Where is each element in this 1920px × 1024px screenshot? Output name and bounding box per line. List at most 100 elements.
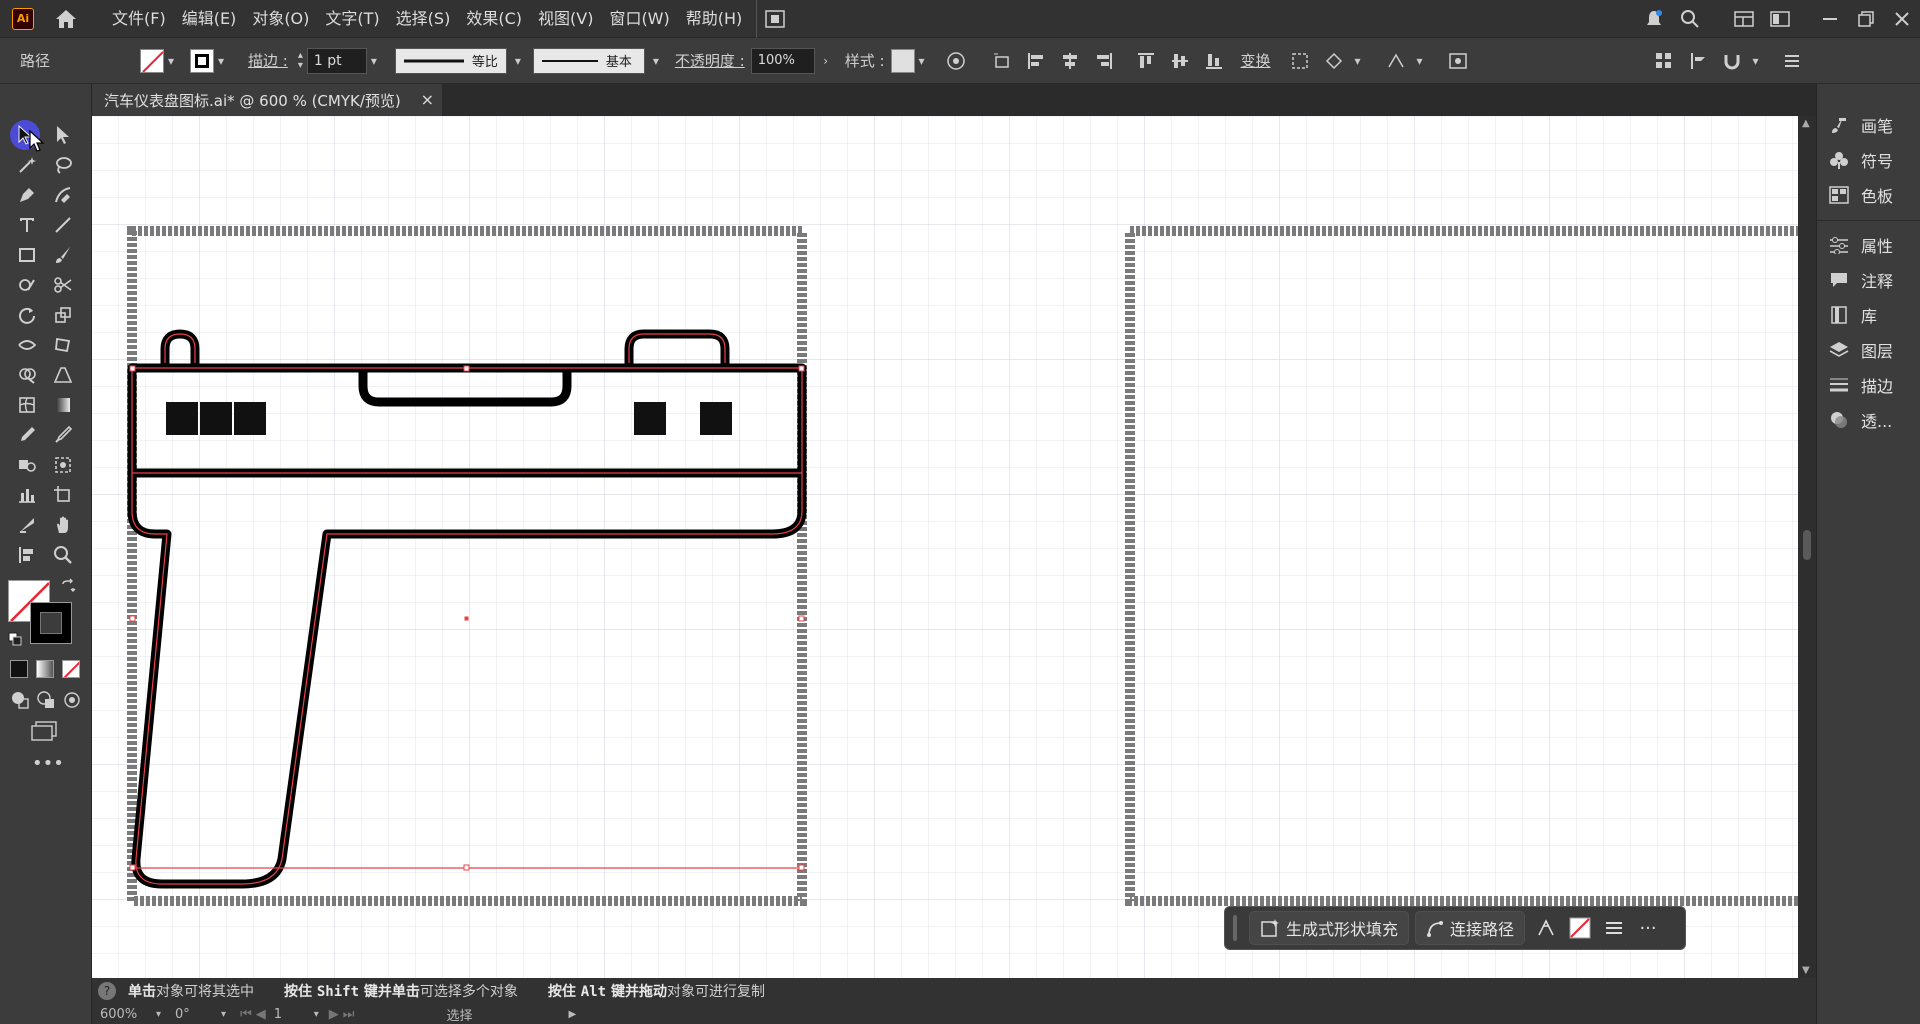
magic-wand-tool-icon[interactable] (10, 150, 44, 180)
home-icon[interactable] (54, 7, 78, 31)
panel-libraries[interactable]: 库 (1817, 298, 1920, 332)
align-left-icon[interactable] (1019, 38, 1053, 84)
menu-file[interactable]: 文件(F) (104, 0, 174, 38)
puppet-warp-icon[interactable] (1379, 38, 1413, 84)
color-mode-icon[interactable] (10, 660, 28, 678)
vertical-scrollbar[interactable]: ▲ ▼ (1798, 116, 1816, 978)
menu-effect[interactable]: 效果(C) (458, 0, 530, 38)
shape-mode-dropdown-icon[interactable]: ▾ (1351, 48, 1365, 74)
variable-width-profile[interactable]: 等比 (394, 47, 507, 74)
width-tool-icon[interactable] (10, 330, 44, 360)
first-artboard-icon[interactable]: ⏮ (240, 1007, 252, 1022)
rotate-field[interactable]: 0° (175, 1007, 221, 1022)
perspective-grid-tool-icon[interactable] (46, 360, 80, 390)
swap-fill-stroke-icon[interactable] (60, 578, 76, 594)
restore-icon[interactable] (1848, 0, 1884, 38)
menu-object[interactable]: 对象(O) (244, 0, 317, 38)
stroke-color-box[interactable] (30, 602, 72, 644)
blend-tool-icon[interactable] (46, 420, 80, 450)
magnet-icon[interactable] (1715, 38, 1749, 84)
shape-mode-icon[interactable] (1317, 38, 1351, 84)
zoom-dropdown-icon[interactable]: ▾ (156, 1009, 161, 1020)
pen-tool-icon[interactable] (10, 180, 44, 210)
scissors-tool-icon[interactable] (46, 270, 80, 300)
stroke-label[interactable]: 描边 : (248, 50, 288, 71)
edit-toolbar-icon[interactable]: ••• (32, 755, 64, 773)
none-mode-icon[interactable] (62, 660, 80, 678)
stroke-weight-dropdown-icon[interactable]: ▾ (367, 48, 381, 74)
scale-tool-icon[interactable] (46, 300, 80, 330)
rotate-dropdown-icon[interactable]: ▾ (221, 1009, 226, 1020)
align-center-icon[interactable] (1053, 38, 1087, 84)
image-trace-icon[interactable] (1441, 38, 1475, 84)
pen-anchor-icon[interactable] (1529, 911, 1563, 945)
eyedropper-tool-icon[interactable] (10, 420, 44, 450)
live-paint-selection-icon[interactable] (46, 450, 80, 480)
close-tab-icon[interactable]: × (421, 90, 434, 109)
opacity-label[interactable]: 不透明度 : (675, 50, 745, 71)
align-bottom-icon[interactable] (1197, 38, 1231, 84)
align-to-icon[interactable] (985, 38, 1019, 84)
status-arrow-icon[interactable]: ▶ (569, 1009, 577, 1020)
column-graph-tool-icon[interactable] (10, 480, 44, 510)
close-window-icon[interactable] (1884, 0, 1920, 38)
shape-builder-tool-icon[interactable] (10, 360, 44, 390)
drag-handle[interactable] (1233, 915, 1237, 941)
artboard-field[interactable]: 1 (274, 1007, 314, 1022)
recolor-icon[interactable] (939, 38, 973, 84)
panel-swatches[interactable]: 色板 (1817, 178, 1920, 212)
align-right-icon[interactable] (1087, 38, 1121, 84)
menu-help[interactable]: 帮助(H) (678, 0, 751, 38)
gradient-tool-icon[interactable] (46, 390, 80, 420)
next-artboard-icon[interactable]: ▶ (329, 1007, 339, 1022)
hand-tool-icon[interactable] (46, 510, 80, 540)
join-path-button[interactable]: 连接路径 (1415, 911, 1526, 945)
arrange-icon[interactable] (1647, 38, 1681, 84)
notification-icon[interactable] (1636, 0, 1672, 38)
panel-symbols[interactable]: 符号 (1817, 143, 1920, 177)
fill-dropdown-icon[interactable]: ▾ (164, 48, 178, 74)
rectangle-tool-icon[interactable] (10, 240, 44, 270)
no-fill-swatch-icon[interactable] (1563, 911, 1597, 945)
scroll-up-icon[interactable]: ▲ (1802, 118, 1810, 129)
panel-properties[interactable]: 属性 (1817, 228, 1920, 262)
snap-dropdown-icon[interactable]: ▾ (1749, 48, 1763, 74)
type-tool-icon[interactable] (10, 210, 44, 240)
stroke-dropdown-icon[interactable]: ▾ (214, 48, 228, 74)
shaper-tool-icon[interactable] (10, 270, 44, 300)
panel-layout-icon[interactable] (1762, 0, 1798, 38)
paintbrush-tool-icon[interactable] (46, 240, 80, 270)
live-paint-tool-icon[interactable] (10, 450, 44, 480)
stroke-weight-icon[interactable] (1597, 911, 1631, 945)
slice-tool-icon[interactable] (10, 510, 44, 540)
zoom-tool-icon[interactable] (46, 540, 80, 570)
menu-window[interactable]: 窗口(W) (601, 0, 677, 38)
scrollbar-thumb[interactable] (1803, 530, 1811, 560)
isolate-icon[interactable] (1283, 38, 1317, 84)
lasso-tool-icon[interactable] (46, 150, 80, 180)
panel-comments[interactable]: 注释 (1817, 263, 1920, 297)
align-top-icon[interactable] (1129, 38, 1163, 84)
free-transform-tool-icon[interactable] (46, 330, 80, 360)
distribute-icon[interactable] (1681, 38, 1715, 84)
scroll-down-icon[interactable]: ▼ (1802, 965, 1810, 976)
opacity-field[interactable]: 100% (750, 47, 815, 74)
menu-type[interactable]: 文字(T) (317, 0, 387, 38)
puppet-dropdown-icon[interactable]: ▾ (1413, 48, 1427, 74)
panel-layers[interactable]: 图层 (1817, 333, 1920, 367)
mesh-tool-icon[interactable] (10, 390, 44, 420)
curvature-tool-icon[interactable] (46, 180, 80, 210)
stroke-weight-stepper[interactable]: ▴ ▾ 1 pt ▾ (298, 47, 381, 74)
align-middle-icon[interactable] (1163, 38, 1197, 84)
default-fill-stroke-icon[interactable] (8, 632, 22, 646)
draw-normal-icon[interactable] (10, 690, 30, 710)
panel-transparency[interactable]: 透... (1817, 403, 1920, 437)
screen-mode-icon[interactable] (30, 720, 58, 742)
rotate-tool-icon[interactable] (10, 300, 44, 330)
prev-artboard-icon[interactable]: ◀ (256, 1007, 266, 1022)
workspace-icon[interactable] (1726, 0, 1762, 38)
transform-link[interactable]: 变换 (1241, 50, 1271, 71)
graphic-style-swatch[interactable] (890, 48, 915, 73)
fill-swatch[interactable] (140, 48, 164, 73)
panel-menu-icon[interactable] (1775, 38, 1809, 84)
